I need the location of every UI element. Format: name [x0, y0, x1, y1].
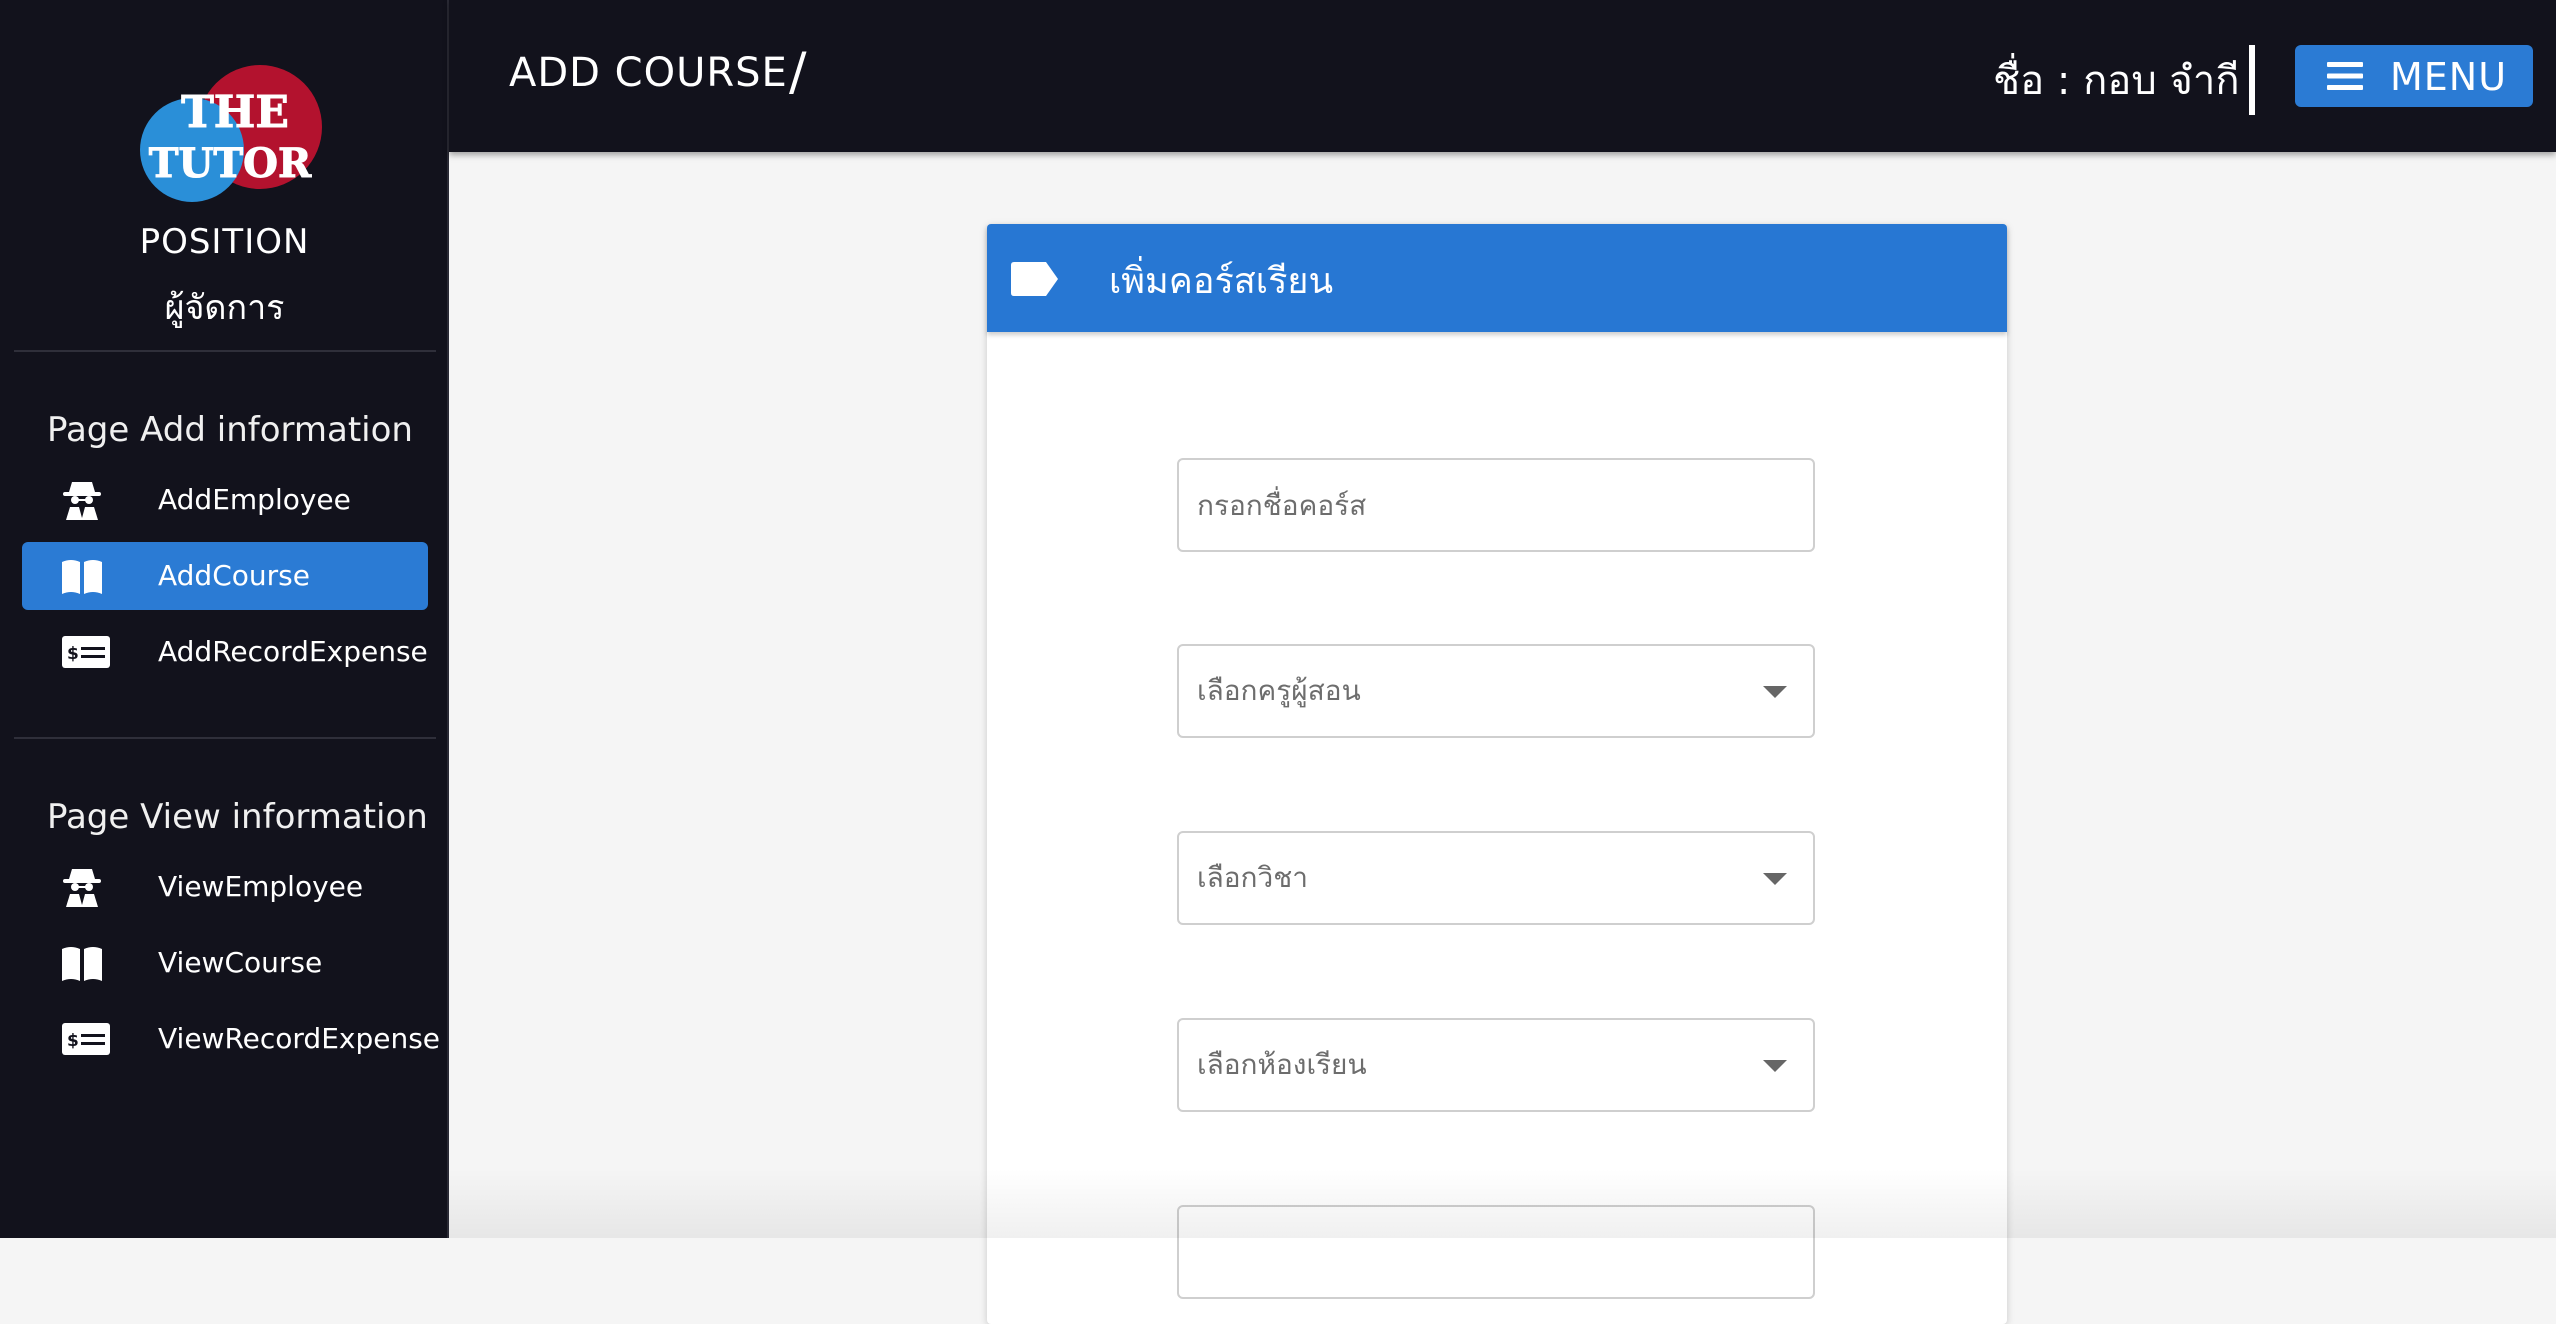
svg-text:$: $ [67, 644, 79, 664]
menu-button[interactable]: MENU [2295, 45, 2533, 107]
subject-select-value: เลือกวิชา [1197, 861, 1308, 894]
spy-icon [63, 482, 101, 520]
sidebar-item-view-employee[interactable]: ViewEmployee [22, 853, 428, 921]
sidebar: THE TUTOR POSITION ผู้จัดการ Page Add in… [0, 0, 449, 1238]
money-check-icon: $ [62, 636, 110, 668]
sidebar-divider [14, 737, 436, 739]
teacher-select-value: เลือกครูผู้สอน [1197, 674, 1361, 707]
money-check-icon: $ [62, 1023, 110, 1055]
breadcrumb-separator: / [789, 42, 807, 102]
sidebar-item-label: ViewRecordExpense [158, 1022, 441, 1055]
chevron-down-icon [1763, 873, 1787, 885]
sidebar-item-view-course[interactable]: ViewCourse [22, 929, 428, 997]
sidebar-divider [14, 350, 436, 352]
next-field[interactable] [1177, 1205, 1815, 1299]
room-select-value: เลือกห้องเรียน [1197, 1048, 1367, 1081]
menu-label: MENU [2390, 55, 2508, 99]
book-icon [62, 947, 102, 981]
sidebar-item-add-employee[interactable]: AddEmployee [22, 466, 428, 534]
hamburger-icon [2327, 62, 2363, 90]
add-course-card: เพิ่มคอร์สเรียน เลือกครูผู้สอน เลือกวิชา… [987, 224, 2007, 1324]
card-header: เพิ่มคอร์สเรียน [987, 224, 2007, 332]
book-icon [62, 560, 102, 594]
subject-select[interactable]: เลือกวิชา [1177, 831, 1815, 925]
teacher-select[interactable]: เลือกครูผู้สอน [1177, 644, 1815, 738]
chevron-down-icon [1763, 1060, 1787, 1072]
top-bar: ADD COURSE / ชื่อ : กอบ จำกี MENU [449, 0, 2556, 152]
section-title-view: Page View information [47, 797, 428, 837]
svg-text:THE: THE [181, 87, 289, 138]
header-divider [2249, 45, 2255, 115]
sidebar-item-view-record-expense[interactable]: $ ViewRecordExpense [22, 1005, 440, 1073]
svg-text:$: $ [67, 1031, 79, 1051]
sidebar-item-label: AddRecordExpense [158, 635, 428, 668]
sidebar-item-label: ViewCourse [158, 946, 323, 979]
room-select[interactable]: เลือกห้องเรียน [1177, 1018, 1815, 1112]
card-title: เพิ่มคอร์สเรียน [1109, 261, 1334, 302]
spy-icon [63, 869, 101, 907]
user-name: ชื่อ : กอบ จำกี [1993, 58, 2240, 104]
chevron-down-icon [1763, 686, 1787, 698]
sidebar-item-add-course[interactable]: AddCourse [22, 542, 428, 610]
course-name-field[interactable] [1177, 458, 1815, 552]
sidebar-item-label: AddEmployee [158, 483, 351, 516]
position-label: POSITION [139, 222, 310, 262]
sidebar-item-label: AddCourse [158, 559, 310, 592]
svg-text:TUTOR: TUTOR [149, 140, 312, 187]
position-value: ผู้จัดการ [164, 288, 285, 328]
tag-icon [1011, 262, 1058, 296]
course-name-input[interactable] [1179, 460, 1813, 550]
sidebar-item-label: ViewEmployee [158, 870, 364, 903]
section-title-add: Page Add information [47, 410, 413, 450]
page-title: ADD COURSE [509, 50, 788, 96]
the-tutor-logo: THE TUTOR [140, 65, 322, 202]
sidebar-item-add-record-expense[interactable]: $ AddRecordExpense [22, 618, 428, 686]
